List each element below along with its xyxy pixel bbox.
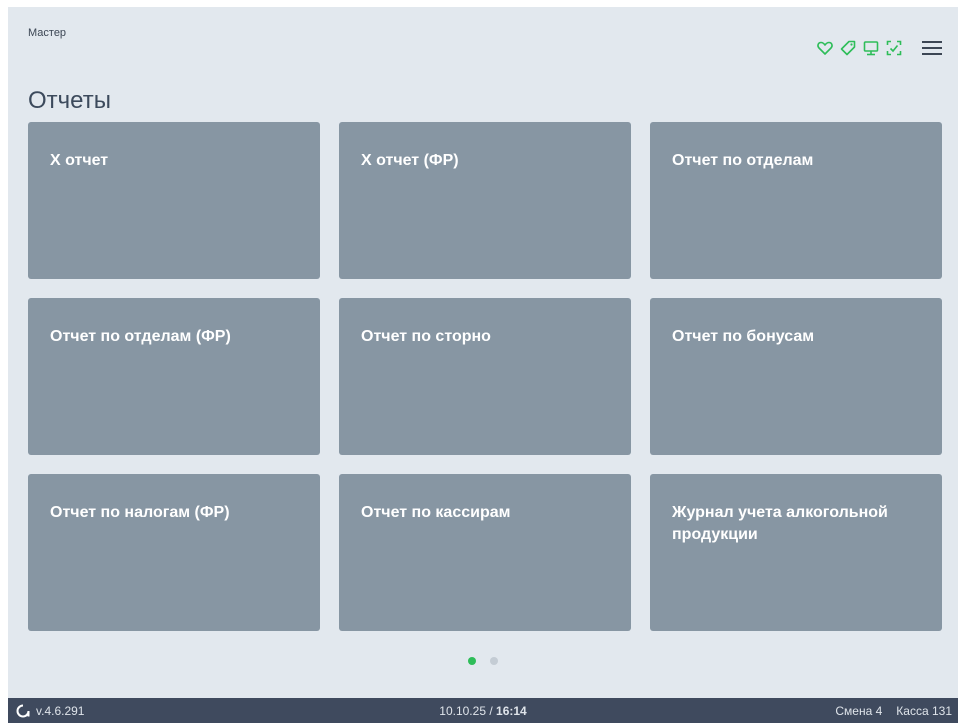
pagination-dots: [8, 657, 958, 665]
status-bar: v.4.6.291 10.10.25 / 16:14 Смена 4 Касса…: [8, 698, 958, 723]
status-left: v.4.6.291: [16, 698, 84, 723]
date-label: 10.10.25: [439, 703, 486, 718]
monitor-icon[interactable]: [862, 39, 880, 57]
status-datetime: 10.10.25 / 16:14: [8, 698, 958, 723]
page-dot-2[interactable]: [490, 657, 498, 665]
scan-icon[interactable]: [885, 39, 903, 57]
report-tile-departments-fr[interactable]: Отчет по отделам (ФР): [28, 298, 320, 455]
report-tile-bonuses[interactable]: Отчет по бонусам: [650, 298, 942, 455]
hamburger-menu-icon[interactable]: [920, 39, 944, 57]
report-tile-departments[interactable]: Отчет по отделам: [650, 122, 942, 279]
reports-grid: X отчет X отчет (ФР) Отчет по отделам От…: [28, 122, 942, 631]
register-label: Касса 131: [896, 703, 952, 718]
app-logo-icon: [16, 704, 30, 718]
report-tile-taxes-fr[interactable]: Отчет по налогам (ФР): [28, 474, 320, 631]
status-right: Смена 4 Касса 131: [835, 698, 952, 723]
tag-icon[interactable]: [839, 39, 857, 57]
report-tile-alcohol-journal[interactable]: Журнал учета алкогольной продукции: [650, 474, 942, 631]
report-tile-x[interactable]: X отчет: [28, 122, 320, 279]
shift-label: Смена 4: [835, 703, 883, 718]
report-tile-cashiers[interactable]: Отчет по кассирам: [339, 474, 631, 631]
datetime-separator: /: [486, 703, 497, 718]
app-window: Мастер Отчеты X отчет X отчет (ФР) Отчет…: [8, 7, 958, 723]
report-tile-x-fr[interactable]: X отчет (ФР): [339, 122, 631, 279]
header-icons: [816, 39, 944, 57]
version-label: v.4.6.291: [36, 703, 85, 718]
time-label: 16:14: [496, 703, 527, 718]
page-dot-1[interactable]: [468, 657, 476, 665]
page-title: Отчеты: [28, 87, 111, 114]
heart-icon[interactable]: [816, 39, 834, 57]
report-tile-storno[interactable]: Отчет по сторно: [339, 298, 631, 455]
header-title: Мастер: [28, 27, 67, 39]
